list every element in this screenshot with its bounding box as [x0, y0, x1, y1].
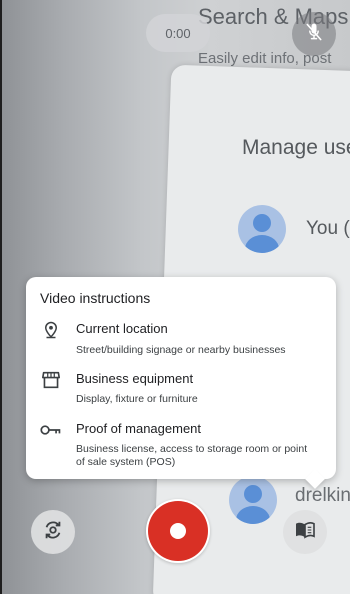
instruction-desc: Business license, access to storage room…	[76, 443, 308, 468]
instruction-title: Business equipment	[76, 371, 194, 386]
instruction-title: Current location	[76, 321, 168, 336]
mic-off-icon	[304, 22, 324, 47]
instruction-title: Proof of management	[76, 421, 202, 436]
background-card-heading: Manage use	[242, 136, 350, 159]
location-pin-icon	[40, 319, 62, 341]
record-icon	[148, 501, 208, 561]
recording-timer: 0:00	[146, 14, 210, 52]
book-icon	[294, 521, 316, 544]
key-icon	[40, 419, 62, 441]
mute-button[interactable]	[292, 12, 336, 56]
video-instructions-popover: Video instructions Current location Stre…	[26, 277, 336, 479]
background-name: drelkin	[295, 485, 350, 506]
background-name: You (	[306, 218, 350, 239]
record-button[interactable]	[146, 499, 210, 563]
switch-camera-button[interactable]	[31, 510, 75, 554]
popover-title: Video instructions	[40, 290, 151, 306]
instruction-desc: Street/building signage or nearby busine…	[76, 344, 286, 356]
instructions-button[interactable]	[283, 510, 327, 554]
instruction-desc: Display, fixture or furniture	[76, 393, 198, 405]
storefront-icon	[40, 369, 62, 391]
background-avatar	[238, 205, 286, 253]
background-avatar	[229, 476, 277, 524]
switch-camera-icon	[42, 519, 64, 546]
